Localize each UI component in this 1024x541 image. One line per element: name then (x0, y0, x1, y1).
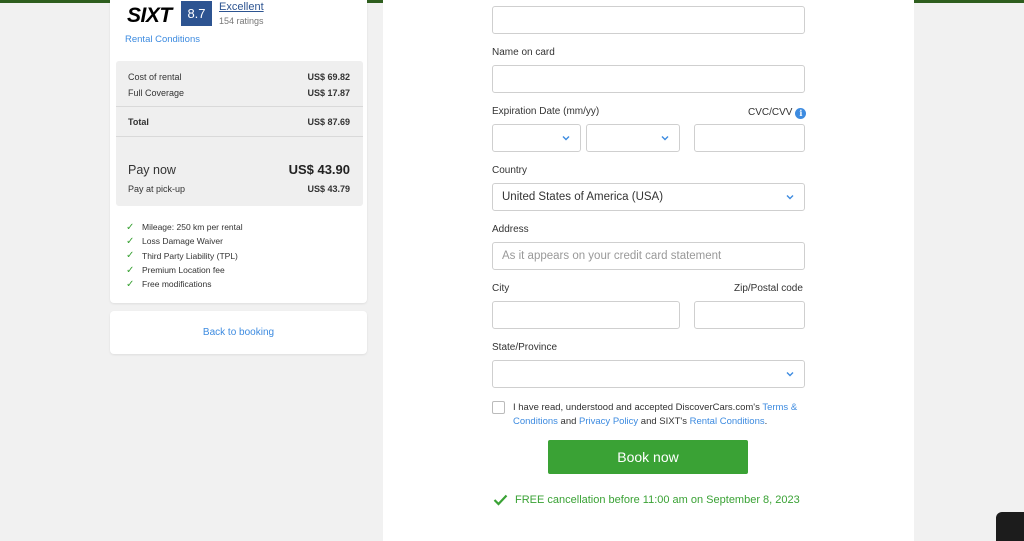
price-breakdown: Cost of rental US$ 69.82 Full Coverage U… (116, 61, 363, 206)
terms-text: I have read, understood and accepted Dis… (513, 401, 808, 429)
chevron-down-icon (786, 195, 794, 200)
feature-text: Loss Damage Waiver (142, 236, 223, 247)
check-icon: ✓ (126, 278, 135, 290)
back-to-booking-link[interactable]: Back to booking (203, 327, 274, 338)
price-label: Total (128, 117, 149, 127)
country-value: United States of America (USA) (502, 191, 664, 203)
price-row-pay-now: Pay now US$ 43.90 (128, 162, 350, 177)
price-value: US$ 87.69 (307, 117, 350, 127)
name-on-card-field[interactable] (492, 65, 805, 93)
address-label: Address (492, 224, 529, 235)
terms-prefix: I have read, understood and accepted Dis… (513, 402, 760, 413)
feature-text: Free modifications (142, 279, 212, 290)
city-label: City (492, 283, 510, 294)
price-label: Pay at pick-up (128, 184, 186, 194)
state-select[interactable] (492, 360, 805, 388)
cvc-label-wrap: CVC/CVV i (748, 107, 807, 119)
divider (116, 136, 363, 137)
chat-widget-button[interactable] (996, 512, 1024, 541)
price-row-coverage: Full Coverage US$ 17.87 (128, 88, 350, 98)
cvc-field[interactable] (694, 124, 805, 152)
check-icon: ✓ (126, 235, 135, 247)
address-input[interactable]: As it appears on your credit card statem… (492, 242, 805, 270)
price-row-cost: Cost of rental US$ 69.82 (128, 72, 350, 82)
list-item: ✓ Premium Location fee (126, 263, 243, 277)
expiry-year-select[interactable] (586, 124, 680, 152)
price-value: US$ 43.79 (307, 184, 350, 194)
terms-and: and (560, 416, 577, 427)
rating-score-badge: 8.7 (181, 1, 212, 26)
rental-conditions-link[interactable]: Rental Conditions (690, 416, 765, 427)
feature-text: Mileage: 250 km per rental (142, 222, 243, 233)
zip-label: Zip/Postal code (734, 283, 803, 294)
list-item: ✓ Third Party Liability (TPL) (126, 249, 243, 263)
country-select[interactable]: United States of America (USA) (492, 183, 805, 211)
card-number-field[interactable] (492, 6, 805, 34)
price-row-pay-pickup: Pay at pick-up US$ 43.79 (128, 184, 350, 194)
free-cancellation-text: FREE cancellation before 11:00 am on Sep… (515, 494, 800, 506)
terms-and-sixt: and SIXT's (640, 416, 687, 427)
sixt-logo: SIXT (127, 4, 172, 27)
expiry-label: Expiration Date (mm/yy) (492, 106, 600, 117)
check-icon: ✓ (126, 264, 135, 276)
list-item: ✓ Mileage: 250 km per rental (126, 220, 243, 234)
free-cancellation-notice: FREE cancellation before 11:00 am on Sep… (493, 494, 800, 506)
list-item: ✓ Free modifications (126, 277, 243, 291)
zip-input[interactable] (694, 301, 805, 329)
divider (116, 106, 363, 107)
terms-checkbox[interactable] (492, 401, 505, 414)
price-row-total: Total US$ 87.69 (128, 117, 350, 127)
country-label: Country (492, 165, 528, 176)
info-icon[interactable]: i (795, 107, 807, 119)
privacy-policy-link[interactable]: Privacy Policy (579, 416, 638, 427)
cvc-label: CVC/CVV (748, 107, 793, 118)
expiry-month-select[interactable] (492, 124, 581, 152)
back-to-booking-card[interactable]: Back to booking (110, 311, 367, 354)
payment-form: Name on card Expiration Date (mm/yy) CVC… (383, 0, 914, 541)
check-icon: ✓ (126, 250, 135, 262)
book-now-button[interactable]: Book now (548, 440, 748, 474)
address-placeholder: As it appears on your credit card statem… (502, 250, 722, 262)
pay-now-label: Pay now (128, 162, 176, 177)
pay-now-value: US$ 43.90 (288, 162, 350, 177)
price-label: Full Coverage (128, 88, 185, 98)
feature-text: Premium Location fee (142, 265, 225, 276)
chevron-down-icon (661, 136, 669, 141)
included-features-list: ✓ Mileage: 250 km per rental ✓ Loss Damage… (126, 220, 243, 291)
rental-conditions-link[interactable]: Rental Conditions (125, 34, 200, 45)
rating-count: 154 ratings (219, 16, 264, 26)
terms-end: . (764, 416, 768, 427)
price-value: US$ 17.87 (307, 88, 350, 98)
chevron-down-icon (562, 136, 570, 141)
city-input[interactable] (492, 301, 680, 329)
feature-text: Third Party Liability (TPL) (142, 250, 238, 261)
chevron-down-icon (786, 372, 794, 377)
name-on-card-label: Name on card (492, 47, 555, 58)
check-icon: ✓ (126, 221, 135, 233)
price-label: Cost of rental (128, 72, 182, 82)
list-item: ✓ Loss Damage Waiver (126, 234, 243, 248)
booking-summary-card: SIXT 8.7 Excellent 154 ratings Rental Co… (110, 0, 367, 303)
state-label: State/Province (492, 342, 558, 353)
rating-word-link[interactable]: Excellent (219, 1, 264, 13)
price-value: US$ 69.82 (307, 72, 350, 82)
check-icon (493, 494, 508, 506)
